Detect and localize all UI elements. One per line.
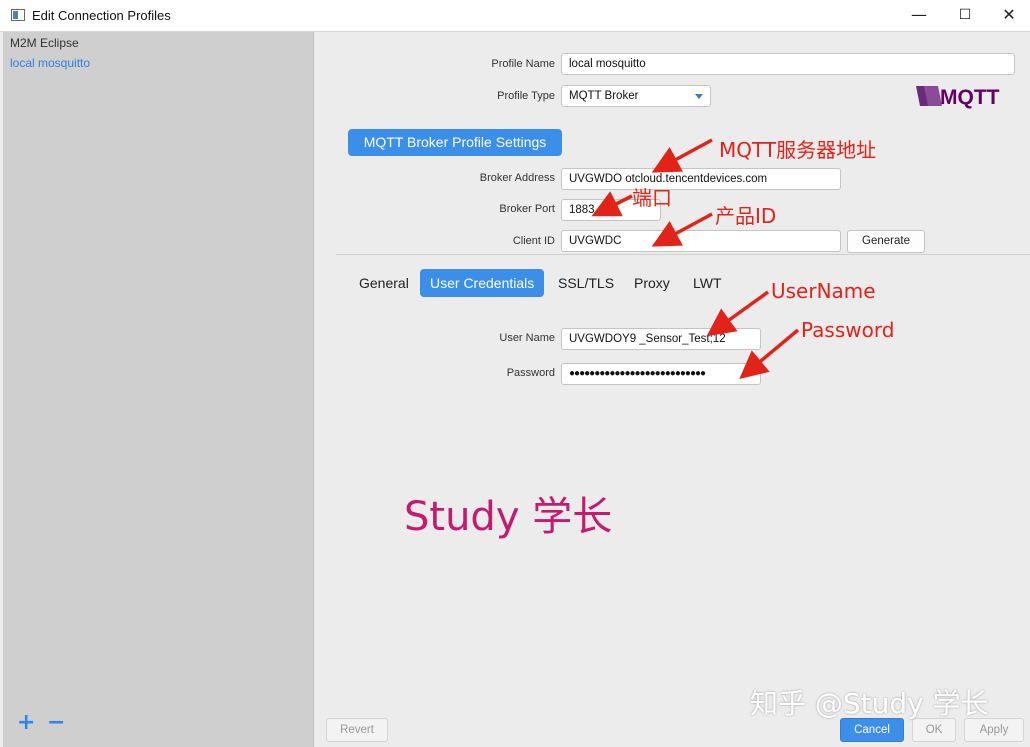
add-profile-button[interactable]: +: [17, 712, 35, 734]
annotation-password: Password: [801, 318, 895, 342]
broker-address-input[interactable]: UVGWDO otcloud.tencentdevices.com: [561, 168, 841, 190]
user-name-label: User Name: [499, 332, 555, 344]
password-input[interactable]: ●●●●●●●●●●●●●●●●●●●●●●●●●●●: [561, 363, 761, 385]
annotation-product-id: 产品ID: [715, 204, 777, 228]
remove-profile-button[interactable]: −: [47, 712, 65, 734]
window-title: Edit Connection Profiles: [32, 8, 171, 23]
profile-type-label: Profile Type: [497, 90, 555, 102]
annotation-broker-address: MQTT服务器地址: [719, 138, 877, 162]
revert-button[interactable]: Revert: [326, 718, 388, 742]
divider: [336, 254, 1030, 255]
profile-item-local-mosquitto[interactable]: local mosquitto: [10, 56, 90, 70]
broker-settings-section-button[interactable]: MQTT Broker Profile Settings: [348, 129, 562, 156]
tab-general[interactable]: General: [359, 269, 409, 297]
title-bar: Edit Connection Profiles — ☐ ✕: [0, 0, 1030, 32]
profile-type-select[interactable]: MQTT Broker: [561, 85, 711, 107]
profile-settings-panel: Profile Name local mosquitto Profile Typ…: [314, 32, 1030, 747]
generate-button[interactable]: Generate: [847, 230, 925, 253]
tab-lwt[interactable]: LWT: [693, 269, 722, 297]
zhihu-watermark: 知乎 @Study 学长: [750, 687, 989, 720]
tab-ssl-tls[interactable]: SSL/TLS: [558, 269, 614, 297]
study-watermark: Study 学长: [404, 494, 613, 540]
profile-name-input[interactable]: local mosquitto: [561, 53, 1015, 75]
broker-port-label: Broker Port: [499, 203, 555, 215]
close-button[interactable]: ✕: [986, 0, 1030, 31]
mqtt-logo-text: MQTT: [940, 86, 1000, 109]
maximize-button[interactable]: ☐: [942, 0, 988, 31]
profile-type-value: MQTT Broker: [569, 90, 639, 102]
annotation-port: 端口: [632, 186, 672, 210]
password-label: Password: [506, 367, 555, 379]
profiles-sidebar: M2M Eclipse local mosquitto + −: [3, 32, 314, 747]
broker-address-label: Broker Address: [479, 172, 555, 184]
mqtt-logo: MQTT: [916, 86, 1000, 109]
app-icon: [11, 9, 25, 21]
annotation-username: UserName: [771, 279, 876, 303]
user-name-input[interactable]: UVGWDOY9 _Sensor_Test;12: [561, 328, 761, 350]
profile-item-m2m-eclipse[interactable]: M2M Eclipse: [10, 36, 79, 50]
client-id-label: Client ID: [512, 235, 555, 247]
profile-name-label: Profile Name: [491, 58, 555, 70]
chevron-down-icon: [695, 94, 703, 99]
minimize-button[interactable]: —: [896, 0, 942, 31]
client-id-input[interactable]: UVGWDC: [561, 230, 841, 252]
tab-proxy[interactable]: Proxy: [634, 269, 670, 297]
tab-user-credentials[interactable]: User Credentials: [420, 269, 545, 297]
